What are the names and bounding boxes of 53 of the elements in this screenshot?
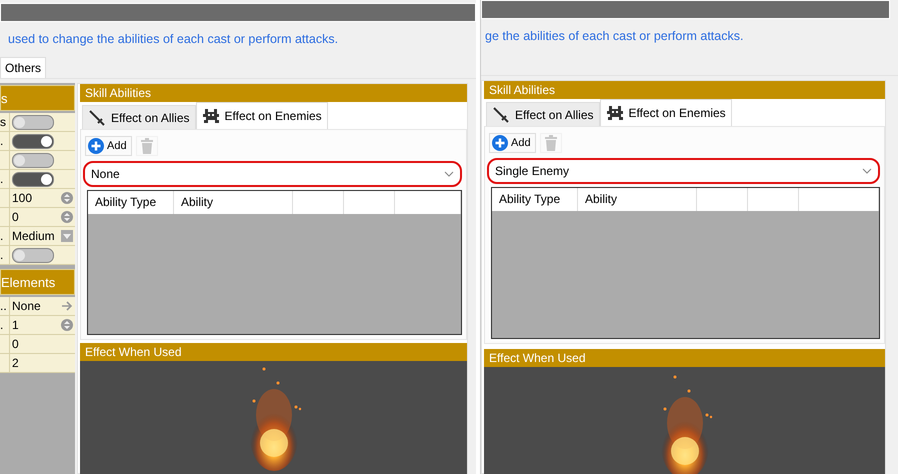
property-label: s bbox=[0, 115, 6, 129]
spinner-icon[interactable] bbox=[61, 211, 73, 223]
spinner-icon[interactable] bbox=[61, 192, 73, 204]
plus-icon bbox=[492, 135, 508, 151]
toggle-switch[interactable] bbox=[12, 134, 54, 148]
column-header: Ability bbox=[174, 191, 293, 214]
property-label: .. bbox=[0, 299, 7, 313]
tab[interactable]: Effect on Allies bbox=[486, 102, 600, 126]
tab[interactable]: Effect on Enemies bbox=[196, 102, 328, 129]
section-header: Skill Abilities bbox=[80, 84, 467, 102]
trash-icon bbox=[544, 135, 558, 151]
column-header: Ability bbox=[578, 188, 697, 211]
property-label: . bbox=[0, 229, 4, 243]
trash-icon bbox=[140, 138, 154, 154]
number-value[interactable]: 0 bbox=[12, 210, 19, 224]
number-value[interactable]: 1 bbox=[12, 318, 19, 332]
add-button[interactable]: Add bbox=[85, 136, 132, 156]
section-header: Skill Abilities bbox=[484, 81, 885, 99]
add-button[interactable]: Add bbox=[489, 133, 536, 153]
toggle-switch[interactable] bbox=[12, 248, 54, 262]
number-value: 2 bbox=[12, 356, 19, 370]
toggle-switch[interactable] bbox=[12, 152, 54, 168]
column-header: Ability Type bbox=[88, 191, 174, 214]
chevron-down-icon bbox=[444, 171, 454, 177]
column-header: Ability Type bbox=[492, 188, 578, 211]
description-text: used to change the abilities of each cast or perform attacks. bbox=[7, 31, 340, 48]
property-label: . bbox=[0, 318, 4, 332]
section-header: Effect When Used bbox=[484, 349, 885, 367]
section-header: s bbox=[0, 85, 75, 111]
chevron-down-icon bbox=[862, 168, 872, 174]
number-value: 0 bbox=[12, 337, 19, 351]
sword-icon bbox=[88, 108, 106, 126]
description-text: ge the abilities of each cast or perform attacks. bbox=[484, 28, 744, 45]
tab[interactable]: Others bbox=[0, 57, 46, 78]
tab[interactable]: Effect on Allies bbox=[82, 105, 196, 129]
target-dropdown[interactable]: Single Enemy bbox=[487, 158, 880, 184]
plus-icon bbox=[88, 138, 104, 154]
arrow-right-icon[interactable] bbox=[61, 300, 73, 312]
section-header: Effect When Used bbox=[80, 343, 467, 361]
spinner-icon[interactable] bbox=[61, 319, 73, 331]
property-label: . bbox=[0, 134, 4, 148]
sword-icon bbox=[492, 106, 510, 124]
property-label: . bbox=[0, 172, 4, 186]
target-dropdown[interactable]: None bbox=[83, 161, 462, 187]
link-value[interactable]: None bbox=[12, 299, 41, 313]
monster-icon bbox=[606, 105, 624, 121]
monster-icon bbox=[202, 108, 220, 124]
tab[interactable]: Effect on Enemies bbox=[600, 99, 732, 126]
dropdown-value[interactable]: Medium bbox=[12, 229, 55, 243]
section-header: Elements bbox=[0, 269, 75, 295]
toggle-switch[interactable] bbox=[12, 114, 54, 130]
toggle-switch[interactable] bbox=[12, 172, 54, 186]
property-label: . bbox=[0, 248, 4, 262]
